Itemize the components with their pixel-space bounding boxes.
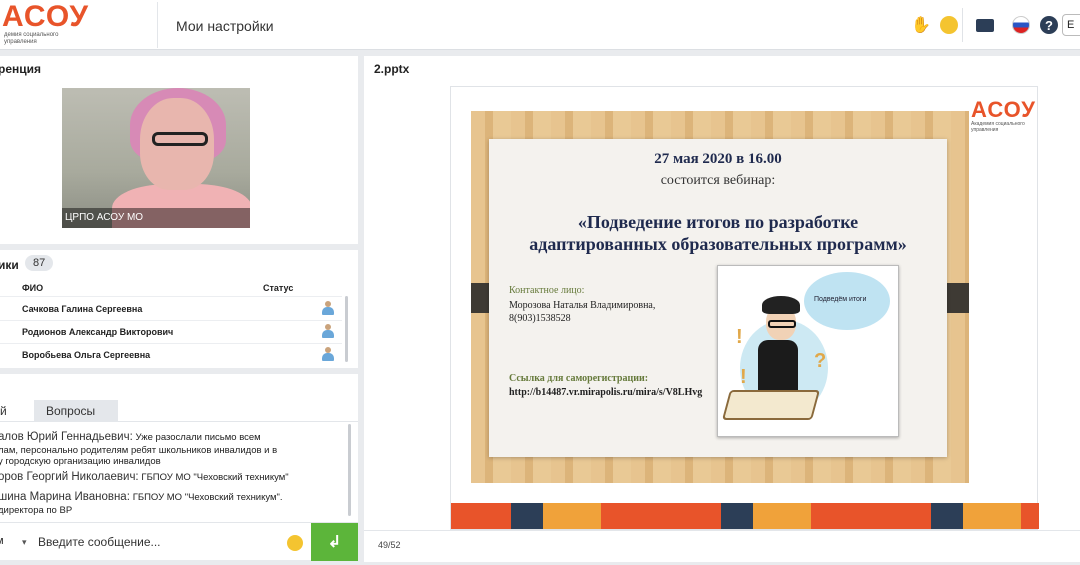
slide-logo: АСОУ <box>971 97 1036 122</box>
slide-contact: Морозова Наталья Владимировна, 8(903)153… <box>509 299 679 325</box>
divider <box>364 530 1080 531</box>
message-text: лам, персонально родителям ребят школьни… <box>0 445 278 456</box>
my-settings-tab[interactable]: Мои настройки <box>176 18 274 34</box>
video-tile[interactable]: ЦРПО АСОУ МО <box>62 88 250 228</box>
conference-panel: ренция ЦРПО АСОУ МО <box>0 56 358 244</box>
message-text: директора по ВР <box>0 505 73 516</box>
logo-text: АСОУ <box>2 0 90 33</box>
participant-name: Воробьева Ольга Сергеевна <box>22 350 151 360</box>
top-bar: АСОУ демия социального управления Мои на… <box>0 0 1080 50</box>
send-button[interactable]: ↲ <box>311 523 358 561</box>
tab-questions[interactable]: Вопросы <box>34 400 118 422</box>
chat-scrollbar[interactable] <box>348 424 351 516</box>
column-header-status: Статус <box>263 283 294 293</box>
row-divider <box>0 296 342 297</box>
slide-contact-name: Морозова Наталья Владимировна, <box>509 300 656 311</box>
question-mark-icon: ! <box>736 326 743 348</box>
message-author: алов Юрий Геннадьевич: <box>0 431 133 443</box>
illustration-man-hair <box>762 296 800 314</box>
slide-title: «Подведение итогов по разработке адаптир… <box>489 211 947 255</box>
emoji-icon[interactable] <box>287 535 303 551</box>
flag-ru-icon[interactable] <box>1010 14 1032 36</box>
participant-row[interactable]: Воробьева Ольга Сергеевна <box>0 344 342 366</box>
chat-recipient-select[interactable]: м <box>0 535 4 547</box>
chat-message: оров Георгий Николаевич: ГБПОУ МО "Чехов… <box>0 471 342 483</box>
question-mark-icon: ! <box>740 366 747 388</box>
logo-subtitle: демия социального управления <box>4 32 59 45</box>
participant-name: Родионов Александр Викторович <box>22 327 174 337</box>
participants-count-badge: 87 <box>25 255 54 271</box>
slide-subtitle: состоится вебинар: <box>660 173 776 188</box>
chat-panel: й Вопросы алов Юрий Геннадьевич: Уже раз… <box>0 374 358 561</box>
illustration-man-glasses <box>768 320 796 328</box>
participant-name: Сачкова Галина Сергеевна <box>22 304 143 314</box>
participant-row[interactable]: Родионов Александр Викторович <box>0 321 342 343</box>
presentation-file-name: 2.pptx <box>374 62 410 76</box>
column-header-fio: ФИО <box>22 283 44 293</box>
participants-panel: ики 87 ФИО Статус Сачкова Галина Сергеев… <box>0 250 358 368</box>
user-status-icon <box>322 324 334 339</box>
smile-icon[interactable] <box>938 14 960 36</box>
slide-link-heading: Ссылка для саморегистрации: <box>509 373 649 384</box>
tab-chat[interactable]: й <box>0 400 34 422</box>
slide-logo-subtitle: Академия социального управления <box>971 121 1025 133</box>
chat-message-continued: у городскую организацию инвалидов <box>0 456 342 467</box>
chat-message: алов Юрий Геннадьевич: Уже разослали пис… <box>0 431 342 443</box>
chat-tabs: й Вопросы <box>0 400 358 422</box>
chat-input-bar: м ▾ ↲ <box>0 522 358 561</box>
slide: АСОУ Академия социального управления 27 … <box>450 86 1039 530</box>
illustration-man-body <box>758 340 798 396</box>
message-text: ГБПОУ МО "Чеховский техникум". <box>132 492 283 503</box>
illustration-book <box>721 390 821 420</box>
slide-contact-heading: Контактное лицо: <box>509 285 585 296</box>
logo[interactable]: АСОУ демия социального управления <box>0 0 158 48</box>
chat-message-input[interactable] <box>38 533 268 551</box>
help-icon[interactable]: ? <box>1038 14 1060 36</box>
thought-bubble-text: Подведём итоги <box>814 296 867 303</box>
conference-title: ренция <box>0 62 42 76</box>
hand-icon[interactable]: ✋ <box>910 14 932 36</box>
message-text: ГБПОУ МО "Чеховский техникум" <box>141 472 289 483</box>
send-icon: ↲ <box>327 534 342 551</box>
participants-title: ики <box>0 258 19 272</box>
slide-contact-phone: 8(903)1538528 <box>509 313 571 324</box>
chat-message-continued: лам, персонально родителям ребят школьни… <box>0 445 342 456</box>
slide-title-line1: «Подведение итогов по разработке <box>577 212 859 232</box>
chat-message: шина Марина Ивановна: ГБПОУ МО "Чеховски… <box>0 491 342 503</box>
divider <box>962 8 963 42</box>
chat-message-continued: директора по ВР <box>0 505 342 516</box>
message-author: шина Марина Ивановна: <box>0 491 130 503</box>
participant-row[interactable]: Сачкова Галина Сергеевна <box>0 298 342 320</box>
slide-notice: 27 мая 2020 в 16.00 состоится вебинар: «… <box>489 139 947 457</box>
presentation-panel: 2.pptx АСОУ Академия социального управле… <box>364 56 1080 562</box>
slide-illustration: Подведём итоги ! ? ! <box>717 265 899 437</box>
slide-title-line2: адаптированных образовательных программ» <box>529 234 907 254</box>
page-counter: 49/52 <box>378 540 401 550</box>
video-label: ЦРПО АСОУ МО <box>62 208 250 228</box>
user-status-icon <box>322 347 334 362</box>
chat-messages: алов Юрий Геннадьевич: Уже разослали пис… <box>0 424 350 522</box>
folder-icon[interactable] <box>974 14 996 36</box>
user-status-icon <box>322 301 334 316</box>
slide-date: 27 мая 2020 в 16.00 <box>654 151 782 167</box>
slide-bottom-decor <box>451 503 1039 529</box>
message-text: у городскую организацию инвалидов <box>0 456 161 467</box>
message-text: Уже разослали письмо всем <box>135 432 261 443</box>
question-mark-icon: ? <box>814 350 827 372</box>
chevron-down-icon[interactable]: ▾ <box>22 537 27 548</box>
user-menu-button[interactable]: Е <box>1062 14 1080 36</box>
slide-link: http://b14487.vr.mirapolis.ru/mira/s/V8L… <box>509 387 703 398</box>
message-author: оров Георгий Николаевич: <box>0 471 139 483</box>
video-person-glasses <box>152 132 208 146</box>
participants-scrollbar[interactable] <box>345 296 348 362</box>
